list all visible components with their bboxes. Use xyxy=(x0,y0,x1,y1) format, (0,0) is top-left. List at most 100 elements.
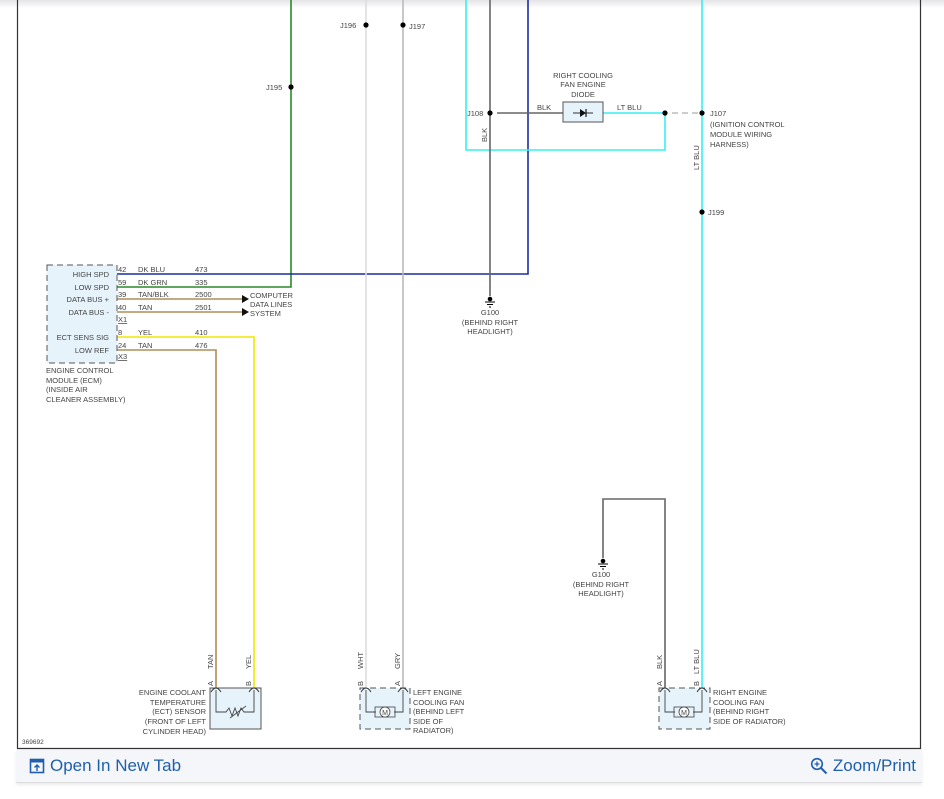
wire-tan-476 xyxy=(117,349,217,688)
wire-yel xyxy=(117,336,255,688)
left-fan-wire-a: GRY xyxy=(393,653,402,669)
right-fan-wire-b: LT BLU xyxy=(692,649,701,674)
svg-text:TEMPERATURE: TEMPERATURE xyxy=(150,698,206,707)
diode-in-wire: BLK xyxy=(537,103,551,112)
svg-text:2500: 2500 xyxy=(195,290,212,299)
svg-text:M: M xyxy=(382,710,388,717)
svg-text:42: 42 xyxy=(118,265,126,274)
svg-text:TAN/BLK: TAN/BLK xyxy=(138,290,169,299)
ect-name: ENGINE COOLANT xyxy=(139,688,207,697)
svg-text:DATA BUS -: DATA BUS - xyxy=(68,308,109,317)
data-lines-label: COMPUTER xyxy=(250,291,294,300)
svg-text:B: B xyxy=(244,681,253,686)
label-j197: J197 xyxy=(409,22,425,31)
right-fan-wire-a: BLK xyxy=(655,655,664,669)
right-fan-name: RIGHT ENGINE xyxy=(713,688,767,697)
svg-text:40: 40 xyxy=(118,303,126,312)
left-fan-name: LEFT ENGINE xyxy=(413,688,462,697)
svg-text:A: A xyxy=(655,681,664,686)
label-j195: J195 xyxy=(266,83,282,92)
wiring-diagram[interactable]: J195 J196 J197 J108 J107 (IGNITION CONTR… xyxy=(0,0,944,799)
svg-text:24: 24 xyxy=(118,341,126,350)
svg-text:410: 410 xyxy=(195,328,208,337)
label-j199: J199 xyxy=(708,208,724,217)
arrow-icon xyxy=(242,308,249,316)
label-j107: J107 xyxy=(710,109,726,118)
svg-text:MODULE WIRING: MODULE WIRING xyxy=(710,130,772,139)
svg-text:(BEHIND RIGHT: (BEHIND RIGHT xyxy=(573,580,630,589)
svg-text:HEADLIGHT): HEADLIGHT) xyxy=(578,589,624,598)
diode-out-wire: LT BLU xyxy=(617,103,642,112)
svg-text:COOLING FAN: COOLING FAN xyxy=(413,698,464,707)
svg-text:8: 8 xyxy=(118,328,122,337)
svg-text:M: M xyxy=(681,710,687,717)
splice-j195 xyxy=(288,84,294,90)
diagram-id: 369692 xyxy=(22,739,44,746)
splice-j108 xyxy=(487,110,493,116)
ground-icon xyxy=(485,296,495,308)
svg-text:SIDE OF RADIATOR): SIDE OF RADIATOR) xyxy=(713,717,786,726)
svg-text:335: 335 xyxy=(195,278,208,287)
vlabel-lt-blu: LT BLU xyxy=(692,145,701,170)
ground-top-id: G100 xyxy=(481,308,499,317)
wire-dk-grn xyxy=(117,0,292,288)
svg-text:MODULE (ECM): MODULE (ECM) xyxy=(46,376,102,385)
j107-desc: (IGNITION CONTROL xyxy=(710,120,785,129)
svg-text:TAN: TAN xyxy=(138,303,152,312)
svg-text:HEADLIGHT): HEADLIGHT) xyxy=(467,327,513,336)
svg-text:(ECT) SENSOR: (ECT) SENSOR xyxy=(152,707,206,716)
svg-text:(INSIDE AIR: (INSIDE AIR xyxy=(46,385,88,394)
svg-text:CYLINDER HEAD): CYLINDER HEAD) xyxy=(143,727,207,736)
label-j196: J196 xyxy=(340,21,356,30)
ground-bottom-id: G100 xyxy=(592,570,610,579)
svg-text:CLEANER ASSEMBLY): CLEANER ASSEMBLY) xyxy=(46,395,126,404)
ground-icon xyxy=(598,558,608,570)
splice-dot xyxy=(662,110,668,116)
svg-text:TAN: TAN xyxy=(138,341,152,350)
splice-j199 xyxy=(699,209,705,215)
svg-text:476: 476 xyxy=(195,341,208,350)
svg-text:2501: 2501 xyxy=(195,303,212,312)
svg-text:HIGH SPD: HIGH SPD xyxy=(73,270,110,279)
svg-text:LOW REF: LOW REF xyxy=(75,346,110,355)
svg-text:ECT SENS SIG: ECT SENS SIG xyxy=(57,333,110,342)
svg-text:SYSTEM: SYSTEM xyxy=(250,309,281,318)
svg-text:SIDE OF: SIDE OF xyxy=(413,717,443,726)
ect-wire-a: TAN xyxy=(206,655,215,669)
ect-wire-b: YEL xyxy=(244,655,253,669)
open-new-tab-label: Open In New Tab xyxy=(50,756,182,775)
splice-j196 xyxy=(363,22,369,28)
ecm-name: ENGINE CONTROL xyxy=(46,366,114,375)
zoom-in-icon xyxy=(810,757,828,775)
svg-text:(FRONT OF LEFT: (FRONT OF LEFT xyxy=(145,717,207,726)
open-new-tab-button[interactable]: Open In New Tab xyxy=(29,756,181,776)
zoom-print-label: Zoom/Print xyxy=(832,756,916,775)
svg-text:B: B xyxy=(692,681,701,686)
svg-text:HARNESS): HARNESS) xyxy=(710,140,749,149)
svg-text:DIODE: DIODE xyxy=(571,90,595,99)
svg-text:473: 473 xyxy=(195,265,208,274)
svg-text:YEL: YEL xyxy=(138,328,152,337)
left-fan-wire-b: WHT xyxy=(356,652,365,669)
splice-j107 xyxy=(699,110,705,116)
open-new-tab-icon xyxy=(29,758,45,774)
svg-text:DATA LINES: DATA LINES xyxy=(250,300,292,309)
splice-j197 xyxy=(400,22,406,28)
svg-text:59: 59 xyxy=(118,278,126,287)
svg-text:A: A xyxy=(393,681,402,686)
footer-bar: Open In New Tab Zoom/Print xyxy=(16,750,922,783)
vlabel-blk: BLK xyxy=(480,128,489,142)
svg-text:X1: X1 xyxy=(118,315,127,324)
svg-text:(BEHIND RIGHT: (BEHIND RIGHT xyxy=(462,318,519,327)
svg-text:DK BLU: DK BLU xyxy=(138,265,165,274)
svg-text:39: 39 xyxy=(118,290,126,299)
svg-text:DATA BUS +: DATA BUS + xyxy=(67,295,110,304)
label-j108: J108 xyxy=(467,109,483,118)
svg-text:DK GRN: DK GRN xyxy=(138,278,167,287)
svg-text:A: A xyxy=(206,681,215,686)
svg-text:RADIATOR): RADIATOR) xyxy=(413,726,454,735)
svg-text:(BEHIND RIGHT: (BEHIND RIGHT xyxy=(713,707,770,716)
svg-text:X3: X3 xyxy=(118,352,127,361)
zoom-print-button[interactable]: Zoom/Print xyxy=(810,756,916,776)
svg-text:LOW SPD: LOW SPD xyxy=(74,283,109,292)
